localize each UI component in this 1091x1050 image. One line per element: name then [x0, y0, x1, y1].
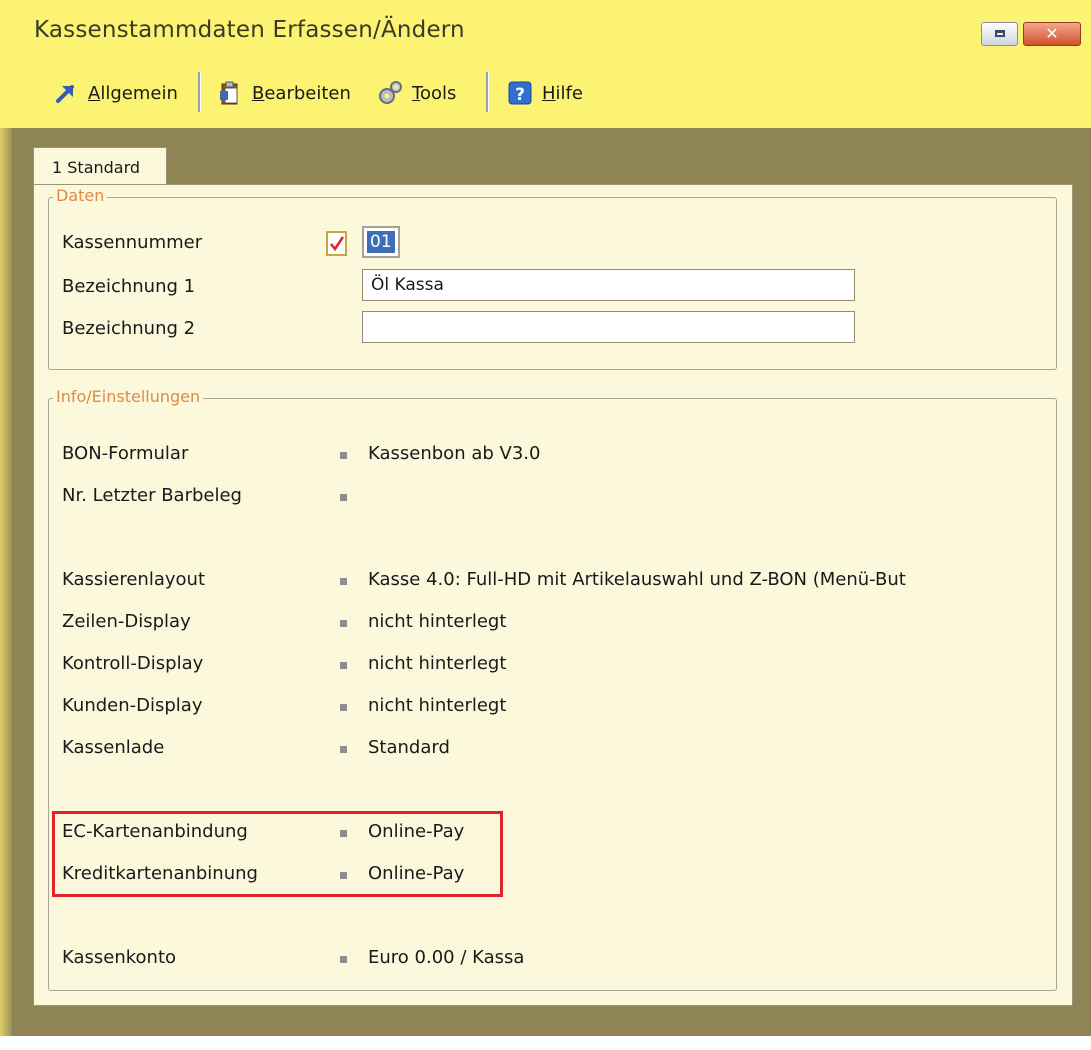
info-value: Standard — [368, 737, 450, 758]
label-bezeichnung-2: Bezeichnung 2 — [62, 318, 196, 339]
close-icon: ✕ — [1045, 24, 1059, 43]
info-value: nicht hinterlegt — [368, 611, 507, 632]
label-bezeichnung-1: Bezeichnung 1 — [62, 276, 196, 297]
menu-hilfe-label: ilfe — [555, 82, 583, 104]
bullet-icon — [340, 578, 347, 585]
group-info-legend: Info/Einstellungen — [53, 387, 204, 406]
menu-bearbeiten-mnemonic: B — [252, 82, 265, 104]
info-label: Kassenlade — [62, 737, 165, 758]
info-label: Kassierenlayout — [62, 569, 205, 590]
title-bar: Kassenstammdaten Erfassen/Ändern ✕ — [0, 0, 1091, 60]
menu-bearbeiten[interactable]: Bearbeiten — [216, 77, 351, 109]
info-label: Kassenkonto — [62, 947, 177, 968]
info-label: Nr. Letzter Barbeleg — [62, 485, 242, 506]
menu-tools[interactable]: Tools — [376, 77, 456, 109]
info-value: nicht hinterlegt — [368, 653, 507, 674]
bullet-icon — [340, 452, 347, 459]
info-label: Kunden-Display — [62, 695, 203, 716]
kassennummer-value: 01 — [367, 231, 395, 253]
gears-icon — [376, 79, 404, 107]
toolbar-separator — [198, 72, 201, 112]
menu-tools-label: ools — [419, 82, 457, 104]
close-button[interactable]: ✕ — [1023, 22, 1081, 46]
bezeichnung-2-input[interactable] — [362, 311, 855, 343]
bullet-icon — [340, 704, 347, 711]
menu-hilfe-mnemonic: H — [542, 82, 556, 104]
bullet-icon — [340, 662, 347, 669]
info-label: Zeilen-Display — [62, 611, 191, 632]
info-value: Euro 0.00 / Kassa — [368, 947, 525, 968]
label-kassennummer: Kassennummer — [62, 232, 203, 253]
tab-standard[interactable]: 1 Standard — [33, 147, 167, 185]
menu-allgemein[interactable]: Allgemein — [52, 77, 178, 109]
group-daten-legend: Daten — [53, 186, 108, 205]
kassennummer-input[interactable]: 01 — [362, 226, 400, 258]
help-icon: ? — [506, 79, 534, 107]
clipboard-icon — [216, 79, 244, 107]
menu-bearbeiten-label: earbeiten — [264, 82, 351, 104]
menu-allgemein-mnemonic: A — [88, 82, 101, 104]
bullet-icon — [340, 746, 347, 753]
info-value: Kassenbon ab V3.0 — [368, 443, 541, 464]
info-value: Kasse 4.0: Full-HD mit Artikelauswahl un… — [368, 569, 906, 590]
arrow-icon — [52, 79, 80, 107]
bezeichnung-1-input[interactable]: Öl Kassa — [362, 269, 855, 301]
menu-hilfe[interactable]: ? Hilfe — [506, 77, 583, 109]
toolbar: Allgemein Bearbeiten Tools ? Hilfe — [0, 60, 1091, 162]
restore-button[interactable] — [981, 22, 1018, 46]
window-title: Kassenstammdaten Erfassen/Ändern — [34, 17, 465, 43]
tab-standard-label: 1 Standard — [52, 158, 141, 177]
required-checkmark-icon — [326, 231, 348, 256]
window-left-border — [0, 128, 12, 1036]
info-label: Kontroll-Display — [62, 653, 204, 674]
toolbar-separator — [486, 72, 489, 112]
highlight-box — [52, 811, 503, 897]
info-value: nicht hinterlegt — [368, 695, 507, 716]
window: Kassenstammdaten Erfassen/Ändern ✕ Allge… — [0, 0, 1091, 1036]
restore-icon — [995, 30, 1005, 37]
info-label: BON-Formular — [62, 443, 189, 464]
bullet-icon — [340, 620, 347, 627]
bullet-icon — [340, 494, 347, 501]
bullet-icon — [340, 956, 347, 963]
menu-tools-mnemonic: T — [412, 82, 420, 104]
menu-allgemein-label: llgemein — [100, 82, 178, 104]
svg-text:?: ? — [515, 85, 525, 105]
